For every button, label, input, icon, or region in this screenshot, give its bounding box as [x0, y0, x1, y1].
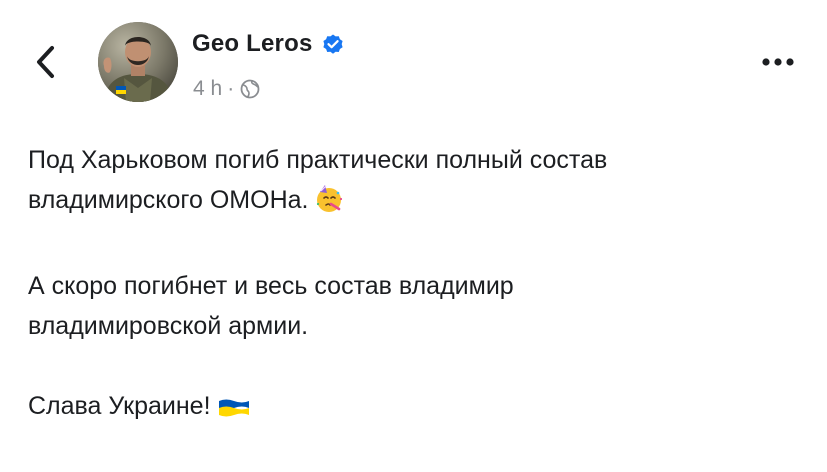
avatar[interactable] — [98, 22, 178, 102]
post-line: владимировской армии. — [28, 312, 309, 340]
post-text: Под Харьковом погиб практически полный с… — [28, 140, 808, 472]
post-paragraph-2: А скоро погибнет и весь состав владимир … — [28, 266, 808, 346]
post-paragraph-3: Слава Украине! — [28, 386, 808, 432]
more-dots-icon — [762, 58, 794, 66]
author-row: Geo Leros — [192, 30, 345, 58]
avatar-image — [98, 22, 178, 102]
verified-badge-icon — [322, 34, 343, 54]
post-meta: 4 h · — [193, 77, 261, 101]
post-paragraph-1: Под Харьковом погиб практически полный с… — [28, 140, 808, 226]
post-time[interactable]: 4 h — [193, 77, 222, 101]
post-line-with-emoji: Слава Украине! — [28, 386, 808, 432]
back-button[interactable] — [30, 44, 60, 80]
partying-face-emoji — [314, 184, 344, 226]
post-line: Под Харьковом погиб практически полный с… — [28, 146, 608, 174]
meta-separator: · — [227, 77, 235, 100]
post-line: А скоро погибнет и весь состав владимир — [28, 272, 514, 300]
post-line: владимирского ОМОНа. — [28, 186, 309, 214]
more-options-button[interactable] — [756, 50, 800, 74]
author-name[interactable]: Geo Leros — [192, 30, 313, 58]
chevron-left-icon — [37, 46, 54, 78]
post-line-with-emoji: владимирского ОМОНа. — [28, 180, 808, 226]
post-header: Geo Leros 4 h · — [0, 0, 827, 120]
globe-icon — [240, 79, 260, 99]
ukraine-flag-emoji — [217, 392, 251, 432]
post-line: Слава Украине! — [28, 392, 211, 420]
